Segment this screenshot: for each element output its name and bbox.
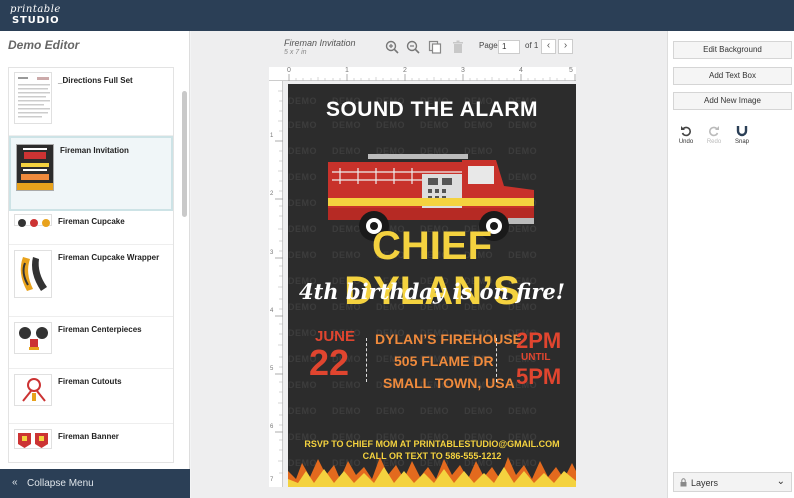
banner-thumbnail bbox=[14, 429, 52, 449]
layers-dropdown[interactable]: Layers ⌄ bbox=[673, 472, 792, 492]
directions-thumbnail bbox=[14, 72, 52, 124]
right-panel: Edit Background Add Text Box Add New Ima… bbox=[667, 31, 794, 498]
list-item-label: Fireman Centerpieces bbox=[58, 325, 142, 334]
page-count: of 1 bbox=[525, 41, 539, 50]
printable-studio-logo[interactable]: printable STUDIO bbox=[10, 5, 64, 27]
end-time[interactable]: 5PM bbox=[516, 364, 561, 390]
until-label[interactable]: UNTIL bbox=[521, 352, 550, 363]
left-sidebar: Demo Editor _Directions Full Set Fireman… bbox=[0, 31, 190, 498]
ruler-label: 3 bbox=[270, 250, 274, 256]
edit-background-button[interactable]: Edit Background bbox=[673, 41, 792, 59]
cutouts-thumbnail bbox=[14, 374, 52, 406]
canvas-area: Fireman Invitation 5 x 7 in Page 1 of 1 … bbox=[191, 31, 667, 498]
ruler-label: 1 bbox=[345, 67, 349, 74]
copy-icon[interactable] bbox=[428, 40, 442, 54]
list-item-label: Fireman Cutouts bbox=[58, 377, 122, 386]
snap-button[interactable]: Snap bbox=[731, 125, 753, 145]
add-text-box-button[interactable]: Add Text Box bbox=[673, 67, 792, 85]
centerpieces-thumbnail bbox=[14, 322, 52, 354]
cupcake-thumbnail bbox=[14, 214, 52, 227]
logo-line-2: STUDIO bbox=[12, 15, 60, 26]
list-item-fireman-cutouts[interactable]: Fireman Cutouts bbox=[9, 369, 173, 424]
address-line-2[interactable]: 505 FLAME DR bbox=[394, 353, 494, 369]
page-number-input[interactable]: 1 bbox=[498, 40, 520, 54]
list-item-fireman-banner[interactable]: Fireman Banner bbox=[9, 424, 173, 462]
ruler-label: 5 bbox=[569, 67, 573, 74]
list-item-directions[interactable]: _Directions Full Set bbox=[9, 68, 173, 136]
sidebar-title: Demo Editor bbox=[8, 38, 80, 52]
list-item-label: Fireman Invitation bbox=[60, 146, 129, 155]
page-label: Page bbox=[479, 41, 498, 50]
event-day[interactable]: 22 bbox=[309, 342, 349, 384]
document-size: 5 x 7 in bbox=[284, 49, 307, 56]
logo-line-1: printable bbox=[10, 4, 61, 15]
top-bar: printable STUDIO bbox=[0, 0, 794, 31]
invitation-headline[interactable]: SOUND THE ALARM bbox=[288, 98, 576, 122]
list-item-fireman-cupcake[interactable]: Fireman Cupcake bbox=[9, 211, 173, 245]
layers-label: Layers bbox=[691, 478, 719, 488]
ruler-label: 4 bbox=[270, 308, 274, 314]
list-item-fireman-cupcake-wrapper[interactable]: Fireman Cupcake Wrapper bbox=[9, 245, 173, 317]
chevron-right-icon[interactable]: › bbox=[558, 39, 573, 54]
address-line-1[interactable]: DYLAN’S FIREHOUSE bbox=[375, 331, 522, 347]
trash-icon[interactable] bbox=[451, 40, 465, 54]
ruler-label: 3 bbox=[461, 67, 465, 74]
double-chevron-left-icon: « bbox=[12, 477, 18, 488]
magnet-icon bbox=[736, 126, 748, 137]
vertical-ruler: 1 2 3 4 5 6 7 bbox=[269, 81, 283, 487]
add-new-image-button[interactable]: Add New Image bbox=[673, 92, 792, 110]
divider-line bbox=[366, 338, 367, 382]
list-item-label: _Directions Full Set bbox=[58, 76, 133, 85]
collapse-menu-button[interactable]: « Collapse Menu bbox=[0, 469, 190, 498]
list-item-label: Fireman Banner bbox=[58, 432, 119, 441]
undo-button[interactable]: Undo bbox=[675, 125, 697, 145]
lock-icon bbox=[680, 478, 687, 489]
horizontal-ruler: 0 1 2 3 4 5 bbox=[269, 67, 576, 81]
invitation-thumbnail bbox=[16, 144, 54, 191]
redo-icon bbox=[709, 126, 719, 137]
ruler-label: 1 bbox=[270, 133, 274, 139]
sidebar-scrollbar[interactable] bbox=[182, 91, 187, 217]
undo-icon bbox=[681, 126, 691, 137]
list-item-fireman-centerpieces[interactable]: Fireman Centerpieces bbox=[9, 317, 173, 369]
divider-line bbox=[496, 338, 497, 382]
ruler-label: 2 bbox=[403, 67, 407, 74]
collapse-menu-label: Collapse Menu bbox=[27, 478, 94, 489]
undo-label: Undo bbox=[678, 139, 694, 145]
template-list: _Directions Full Set Fireman Invitation bbox=[8, 67, 174, 463]
list-item-fireman-invitation[interactable]: Fireman Invitation bbox=[9, 136, 173, 211]
list-item-label: Fireman Cupcake Wrapper bbox=[58, 253, 160, 262]
snap-label: Snap bbox=[734, 139, 749, 145]
invitation-canvas[interactable]: DEMO DEMO DEMO DEMO DEMO DEMO DEMO DEMO … bbox=[288, 84, 576, 487]
start-time[interactable]: 2PM bbox=[516, 328, 561, 354]
ruler-label: 7 bbox=[270, 477, 274, 483]
invitation-subline[interactable]: 4th birthday is on fire! bbox=[288, 279, 576, 304]
chevron-left-icon[interactable]: ‹ bbox=[541, 39, 556, 54]
flames-image[interactable] bbox=[288, 457, 576, 487]
cupcake-wrapper-thumbnail bbox=[14, 250, 52, 298]
ruler-label: 5 bbox=[270, 366, 274, 372]
chevron-down-icon: ⌄ bbox=[776, 476, 785, 487]
rsvp-line-1[interactable]: RSVP TO CHIEF MOM AT PRINTABLESTUDIO@GMA… bbox=[288, 439, 576, 449]
address-line-3[interactable]: SMALL TOWN, USA bbox=[383, 375, 515, 391]
redo-label: Redo bbox=[706, 139, 722, 145]
demo-watermark: DEMO DEMO DEMO DEMO DEMO DEMO bbox=[288, 406, 538, 416]
redo-button[interactable]: Redo bbox=[703, 125, 725, 145]
zoom-in-icon[interactable] bbox=[385, 40, 399, 54]
zoom-out-icon[interactable] bbox=[406, 40, 420, 54]
ruler-label: 6 bbox=[270, 424, 274, 430]
list-item-label: Fireman Cupcake bbox=[58, 217, 125, 226]
document-title: Fireman Invitation bbox=[284, 38, 356, 48]
ruler-label: 2 bbox=[270, 191, 274, 197]
ruler-label: 4 bbox=[519, 67, 523, 74]
ruler-label: 0 bbox=[287, 67, 291, 74]
